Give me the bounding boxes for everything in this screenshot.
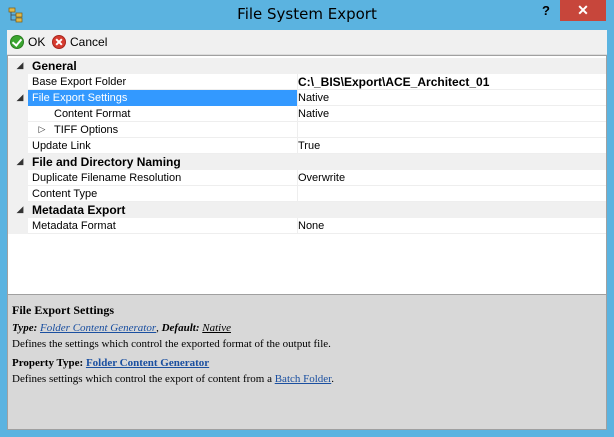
ok-button[interactable]: OK	[10, 33, 45, 51]
title-bar[interactable]: File System Export ? ✕	[0, 0, 614, 30]
expanded-icon[interactable]: ◢	[14, 156, 26, 168]
toolbar: OK Cancel	[7, 30, 607, 55]
batch-folder-link[interactable]: Batch Folder	[275, 373, 332, 385]
window-title: File System Export	[237, 5, 377, 23]
expanded-icon[interactable]: ◢	[14, 92, 26, 104]
row-gutter	[8, 122, 28, 138]
prop-value[interactable]	[298, 122, 604, 138]
category-label: General	[32, 59, 77, 73]
default-value: Native	[202, 322, 231, 334]
help-button[interactable]: ?	[533, 0, 559, 21]
prop-value[interactable]	[298, 186, 604, 202]
defines-text: Defines settings which control the expor…	[12, 373, 272, 385]
property-type-line: Property Type: Folder Content Generator	[12, 357, 209, 369]
prop-value[interactable]: Overwrite	[298, 170, 604, 186]
dialog-body: OK Cancel ◢ General Base Export Folder C…	[7, 30, 607, 430]
type-label: Type:	[12, 322, 38, 334]
settings-description: Defines the settings which control the e…	[12, 338, 331, 350]
prop-name: Update Link	[32, 140, 91, 152]
type-line: Type: Folder Content Generator, Default:…	[12, 322, 231, 334]
period: .	[331, 373, 334, 385]
row-duplicate-filename-resolution[interactable]: Duplicate Filename Resolution Overwrite	[8, 170, 606, 186]
close-button[interactable]: ✕	[560, 0, 606, 21]
collapsed-icon[interactable]: ▷	[36, 124, 48, 136]
expanded-icon[interactable]: ◢	[14, 60, 26, 72]
row-content-type[interactable]: Content Type	[8, 186, 606, 202]
row-gutter	[8, 170, 28, 186]
prop-value[interactable]: Native	[298, 106, 604, 122]
type-link[interactable]: Folder Content Generator	[40, 322, 156, 334]
prop-name: Metadata Format	[32, 220, 116, 232]
row-file-export-settings[interactable]: ◢ File Export Settings Native	[8, 90, 606, 106]
default-label: Default:	[161, 322, 200, 334]
prop-value[interactable]: None	[298, 218, 604, 234]
row-gutter	[8, 186, 28, 202]
prop-value[interactable]: C:\_BIS\Export\ACE_Architect_01	[298, 74, 604, 90]
prop-name: Content Type	[32, 188, 98, 200]
prop-value[interactable]: True	[298, 138, 604, 154]
row-base-export-folder[interactable]: Base Export Folder C:\_BIS\Export\ACE_Ar…	[8, 74, 606, 90]
cancel-button[interactable]: Cancel	[52, 33, 107, 51]
category-metadata-export[interactable]: ◢ Metadata Export	[8, 202, 606, 218]
category-label: File and Directory Naming	[32, 155, 181, 169]
row-gutter	[8, 218, 28, 234]
category-file-and-directory-naming[interactable]: ◢ File and Directory Naming	[8, 154, 606, 170]
check-icon	[10, 35, 24, 49]
row-gutter	[8, 74, 28, 90]
description-panel: File Export Settings Type: Folder Conten…	[7, 294, 607, 430]
property-type-label: Property Type:	[12, 357, 84, 369]
property-type-link[interactable]: Folder Content Generator	[86, 357, 209, 369]
row-gutter	[8, 138, 28, 154]
ok-label: OK	[28, 35, 46, 49]
prop-name: Content Format	[54, 108, 131, 120]
prop-name: Duplicate Filename Resolution	[32, 172, 182, 184]
cancel-label: Cancel	[70, 35, 108, 49]
property-grid[interactable]: ◢ General Base Export Folder C:\_BIS\Exp…	[7, 55, 607, 315]
comma: ,	[156, 322, 159, 334]
category-general[interactable]: ◢ General	[8, 58, 606, 74]
prop-name: File Export Settings	[32, 92, 128, 104]
row-gutter	[8, 106, 28, 122]
row-metadata-format[interactable]: Metadata Format None	[8, 218, 606, 234]
row-update-link[interactable]: Update Link True	[8, 138, 606, 154]
cancel-icon	[52, 35, 66, 49]
file-system-export-dialog: File System Export ? ✕ OK Cancel ◢ Gener…	[0, 0, 614, 437]
row-tiff-options[interactable]: ▷ TIFF Options	[8, 122, 606, 138]
description-title: File Export Settings	[12, 303, 114, 317]
defines-line: Defines settings which control the expor…	[12, 373, 334, 385]
prop-name: Base Export Folder	[32, 76, 127, 88]
expanded-icon[interactable]: ◢	[14, 204, 26, 216]
category-label: Metadata Export	[32, 203, 126, 217]
row-content-format[interactable]: Content Format Native	[8, 106, 606, 122]
prop-value[interactable]: Native	[298, 90, 604, 106]
prop-name: TIFF Options	[54, 124, 119, 136]
